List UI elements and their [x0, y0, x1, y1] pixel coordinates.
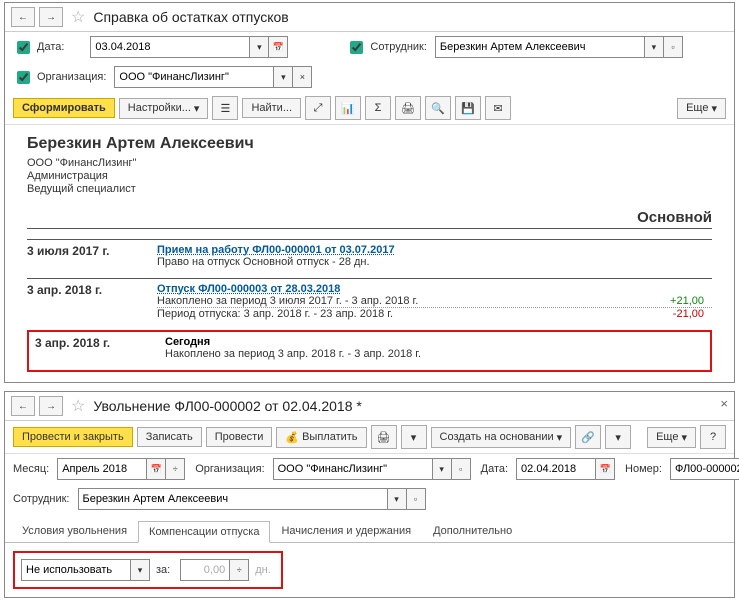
- employee-open-icon[interactable]: ▫: [406, 489, 425, 509]
- event-date: 3 апр. 2018 г.: [35, 336, 165, 360]
- org-dropdown-icon[interactable]: ▾: [273, 67, 292, 87]
- help-icon[interactable]: ?: [700, 425, 726, 449]
- event-date: 3 апр. 2018 г.: [27, 283, 157, 320]
- number-label: Номер:: [625, 463, 662, 475]
- compensation-dropdown-icon[interactable]: ▾: [130, 560, 149, 580]
- date-dropdown-icon[interactable]: ▾: [249, 37, 268, 57]
- save-button[interactable]: Записать: [137, 427, 202, 447]
- org-open-icon[interactable]: ▫: [451, 459, 470, 479]
- month-input[interactable]: [58, 459, 146, 479]
- employee-dropdown-icon[interactable]: ▾: [387, 489, 406, 509]
- save-icon[interactable]: 💾: [455, 96, 481, 120]
- date-label: Дата:: [481, 463, 508, 475]
- calendar-icon[interactable]: 📅: [146, 459, 165, 479]
- tab-additional[interactable]: Дополнительно: [422, 520, 523, 542]
- print-icon[interactable]: 🖨: [395, 96, 421, 120]
- window-title: Справка об остатках отпусков: [93, 9, 288, 25]
- amount-negative: -21,00: [673, 308, 712, 320]
- employee-checkbox[interactable]: [350, 41, 363, 54]
- employee-open-icon[interactable]: ▫: [663, 37, 682, 57]
- date-input[interactable]: [91, 37, 249, 57]
- close-icon[interactable]: ×: [720, 396, 728, 411]
- find-button[interactable]: Найти...: [242, 98, 301, 118]
- pay-button[interactable]: 💰 Выплатить: [276, 427, 366, 448]
- tab-conditions[interactable]: Условия увольнения: [11, 520, 138, 542]
- today-highlight: 3 апр. 2018 г. Сегодня Накоплено за пери…: [27, 330, 712, 372]
- date-input[interactable]: [517, 459, 595, 479]
- date-label: Дата:: [37, 41, 64, 53]
- chart-icon[interactable]: 📊: [335, 96, 361, 120]
- settings-icon[interactable]: ☰: [212, 96, 238, 120]
- event-link[interactable]: Отпуск ФЛ00-000003 от 28.03.2018: [157, 283, 712, 295]
- event-text: Накоплено за период 3 июля 2017 г. - 3 а…: [157, 295, 670, 307]
- more-button[interactable]: Еще ▾: [677, 98, 726, 119]
- forward-button[interactable]: →: [39, 7, 63, 27]
- spinner-icon[interactable]: ÷: [165, 459, 184, 479]
- chevron-down-icon[interactable]: ▾: [605, 425, 631, 449]
- compensation-for-label: за:: [156, 564, 170, 576]
- tab-accruals[interactable]: Начисления и удержания: [270, 520, 422, 542]
- star-icon[interactable]: ☆: [71, 396, 85, 416]
- back-button[interactable]: ←: [11, 396, 35, 416]
- preview-icon[interactable]: 🔍: [425, 96, 451, 120]
- report-org: ООО "ФинансЛизинг": [27, 157, 712, 169]
- compensation-days-unit: дн.: [255, 564, 271, 576]
- post-button[interactable]: Провести: [206, 427, 273, 447]
- compensation-mode-input[interactable]: [22, 560, 130, 580]
- print-icon[interactable]: 🖨: [371, 425, 397, 449]
- compensation-days-input[interactable]: [181, 560, 229, 580]
- mail-icon[interactable]: ✉: [485, 96, 511, 120]
- spinner-icon[interactable]: ÷: [229, 560, 248, 580]
- generate-button[interactable]: Сформировать: [13, 98, 115, 118]
- employee-dropdown-icon[interactable]: ▾: [644, 37, 663, 57]
- link-icon[interactable]: 🔗: [575, 425, 601, 449]
- report-dept: Администрация: [27, 170, 712, 182]
- event-text: Период отпуска: 3 апр. 2018 г. - 23 апр.…: [157, 308, 673, 320]
- star-icon[interactable]: ☆: [71, 7, 85, 27]
- amount-positive: +21,00: [670, 295, 712, 307]
- employee-input[interactable]: [79, 489, 387, 509]
- event-text: Накоплено за период 3 апр. 2018 г. - 3 а…: [165, 348, 704, 360]
- sum-icon[interactable]: Σ: [365, 96, 391, 120]
- date-checkbox[interactable]: [17, 41, 30, 54]
- report-position: Ведущий специалист: [27, 183, 712, 195]
- org-label: Организация:: [195, 463, 264, 475]
- event-link[interactable]: Прием на работу ФЛ00-000001 от 03.07.201…: [157, 244, 712, 256]
- employee-label: Сотрудник:: [13, 493, 70, 505]
- employee-input[interactable]: [436, 37, 644, 57]
- section-header: Основной: [27, 209, 712, 229]
- compensation-highlight: ▾ за: ÷ дн.: [13, 551, 283, 589]
- back-button[interactable]: ←: [11, 7, 35, 27]
- forward-button[interactable]: →: [39, 396, 63, 416]
- more-button[interactable]: Еще ▾: [647, 427, 696, 448]
- number-input[interactable]: [671, 459, 739, 479]
- report-name: Березкин Артем Алексеевич: [27, 135, 712, 153]
- create-based-on-button[interactable]: Создать на основании ▾: [431, 427, 572, 448]
- chevron-down-icon: ▾: [194, 102, 200, 115]
- calendar-icon[interactable]: 📅: [595, 459, 614, 479]
- event-date: 3 июля 2017 г.: [27, 244, 157, 268]
- post-and-close-button[interactable]: Провести и закрыть: [13, 427, 133, 447]
- org-input[interactable]: [115, 67, 273, 87]
- tab-compensation[interactable]: Компенсации отпуска: [138, 521, 270, 543]
- org-checkbox[interactable]: [17, 71, 30, 84]
- org-label: Организация:: [37, 71, 106, 83]
- month-label: Месяц:: [13, 463, 49, 475]
- employee-label: Сотрудник:: [370, 41, 427, 53]
- event-title: Сегодня: [165, 336, 704, 348]
- event-text: Право на отпуск Основной отпуск - 28 дн.: [157, 256, 712, 268]
- window-title: Увольнение ФЛ00-000002 от 02.04.2018 *: [93, 398, 361, 414]
- chevron-down-icon[interactable]: ▾: [401, 425, 427, 449]
- calendar-icon[interactable]: 📅: [268, 37, 287, 57]
- org-clear-icon[interactable]: ×: [292, 67, 311, 87]
- settings-button[interactable]: Настройки...▾: [119, 98, 209, 119]
- org-input[interactable]: [274, 459, 432, 479]
- org-dropdown-icon[interactable]: ▾: [432, 459, 451, 479]
- expand-icon[interactable]: ⤢: [305, 96, 331, 120]
